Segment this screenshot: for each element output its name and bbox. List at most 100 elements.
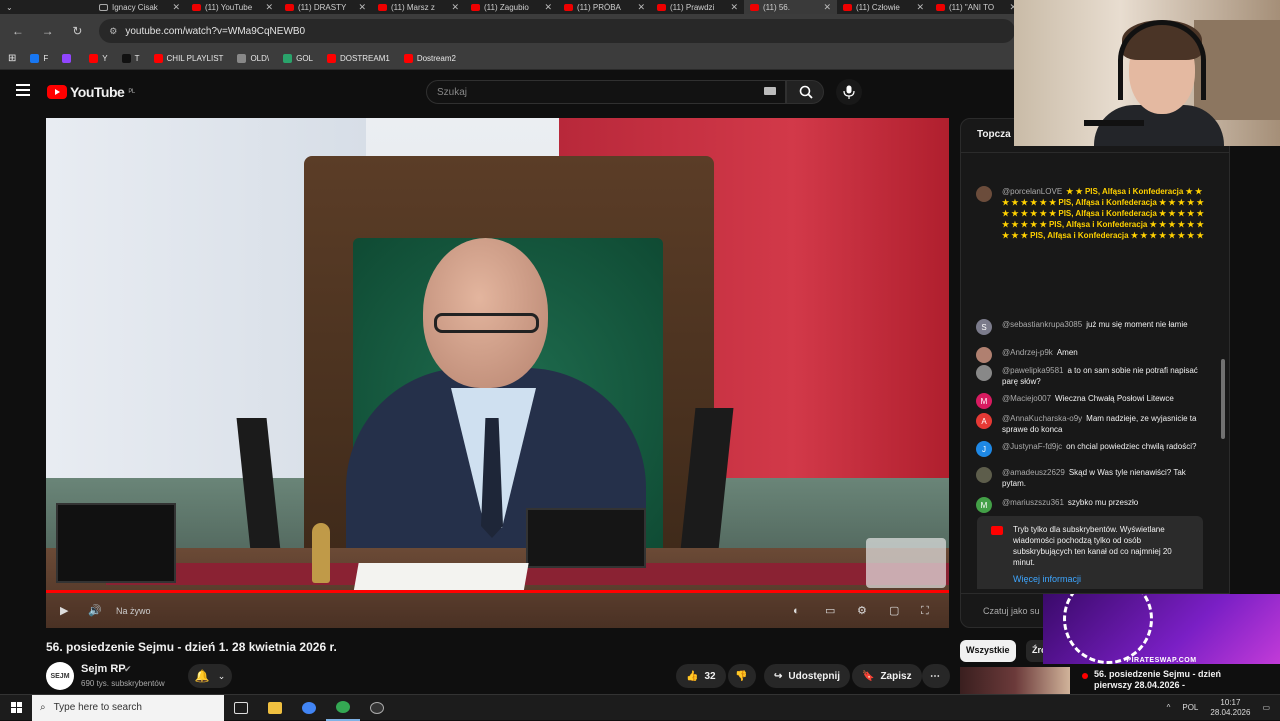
live-label[interactable]: Na żywo [116,606,151,616]
dislike-button[interactable]: 👎 [728,664,756,688]
chat-message-list[interactable]: P@pdk-i2yszybko pr... do porządku dzienn… [961,153,1223,589]
site-info-icon[interactable]: ⚙ [109,26,117,37]
avatar[interactable] [976,347,992,363]
close-icon[interactable]: ✕ [451,2,459,13]
chat-message[interactable]: A @AnnaKucharska-o9y Mam nadzieje, ze wyja… [976,413,1204,435]
url-field[interactable]: ⚙ youtube.com/watch?v=WMa9CqNEWB0 [99,19,1015,43]
bookmark-item[interactable]: T [121,54,140,63]
file-explorer-icon[interactable] [258,695,292,721]
more-actions-button[interactable]: ⋯ [922,664,950,688]
search-button[interactable] [786,80,824,104]
captions-icon[interactable]: ▭ [825,604,839,618]
voice-search-button[interactable] [836,79,862,105]
notifications-icon[interactable]: ▭ [1262,703,1270,712]
chat-message[interactable]: @porcelanLOVE ★ ★ PIS, Alfąsa i Konfedera… [976,186,1204,241]
close-icon[interactable]: ✕ [916,2,924,13]
fullscreen-icon[interactable]: ⛶ [921,604,935,618]
recommended-thumbnail[interactable] [960,667,1070,695]
share-button[interactable]: ↪ Udostępnij [764,664,851,688]
like-button[interactable]: 👍 32 [676,664,726,688]
chat-message[interactable]: S @sebastiankrupa3085 już mu się moment ni… [976,319,1204,335]
chat-message[interactable]: @Andrzej-p9k Amen [976,347,1204,363]
language-indicator[interactable]: POL [1182,703,1198,712]
chat-author[interactable]: @JustynaF-fd9jc [1002,442,1062,451]
close-icon[interactable]: ✕ [730,2,738,13]
obs-icon[interactable] [360,695,394,721]
chat-author[interactable]: @Andrzej-p9k [1002,348,1053,357]
filter-chip-all[interactable]: Wszystkie [960,640,1016,662]
settings-icon[interactable]: ⚙ [857,604,871,618]
start-button[interactable] [0,695,32,721]
chat-author[interactable]: @mariuszszu361 [1002,498,1064,507]
browser-tab[interactable]: (11) YouTube ✕ [186,0,279,14]
browser-tab[interactable]: Ignacy Cisak ✕ [93,0,186,14]
avatar[interactable]: A [976,413,992,429]
chat-message[interactable]: J @JustynaF-fd9jc on chcial powiedziec chw… [976,441,1204,457]
avatar[interactable] [976,467,992,483]
theater-mode-icon[interactable]: ▢ [889,604,903,618]
clock[interactable]: 10:17 28.04.2026 [1210,698,1250,718]
bookmark-item[interactable]: OLD\ [237,54,269,63]
close-icon[interactable]: ✕ [358,2,366,13]
tray-chevron-up-icon[interactable]: ^ [1167,703,1171,712]
menu-icon[interactable] [16,84,30,98]
back-icon[interactable]: ← [10,24,26,38]
chevron-down-icon[interactable]: ⌄ [6,3,13,12]
chat-author[interactable]: @porcelanLOVE [1002,187,1062,196]
chrome-icon[interactable] [292,695,326,721]
chat-author[interactable]: @AnnaKucharska-o9y [1002,414,1082,423]
taskbar-search[interactable]: ⌕ Type here to search [32,694,224,721]
browser-tab[interactable]: (11) Zagubio ✕ [465,0,558,14]
bookmark-item[interactable]: GOL [283,54,313,63]
avatar[interactable]: M [976,393,992,409]
chat-message[interactable]: M @Maciejo007 Wieczna Chwałą Posłowi Litew… [976,393,1204,409]
chat-author[interactable]: @amadeusz2629 [1002,468,1065,477]
apps-grid-icon[interactable]: ⊞ [8,53,16,64]
browser-tab[interactable]: (11) 56. ✕ [744,0,837,14]
more-info-link[interactable]: Więcej informacji [1013,574,1193,585]
tab-menu[interactable]: ⌄ [0,0,93,14]
volume-icon[interactable]: 🔊 [88,604,102,618]
search-input[interactable]: Szukaj [426,80,786,104]
autoplay-toggle-icon[interactable]: ◐ [793,604,807,618]
save-button[interactable]: 🔖 Zapisz [852,664,922,688]
close-icon[interactable]: ✕ [544,2,552,13]
avatar[interactable]: J [976,441,992,457]
chat-message[interactable]: @amadeusz2629 Skąd w Was tyle nienawiści?… [976,467,1204,489]
chat-author[interactable]: @sebastiankrupa3085 [1002,320,1082,329]
keyboard-icon[interactable] [764,87,776,95]
bookmark-item[interactable]: DOSTREAM1 [327,54,390,63]
chat-message[interactable]: M @mariuszszu361 szybko mu przeszło [976,497,1204,513]
bookmark-item[interactable]: F [30,54,48,63]
notifications-button[interactable]: 🔔 ⌄ [188,664,232,688]
close-icon[interactable]: ✕ [637,2,645,13]
browser-tab[interactable]: (11) DRASTY ✕ [279,0,372,14]
chrome-active-icon[interactable] [326,695,360,721]
bookmark-item[interactable]: Dostream2 [403,54,456,63]
chat-scrollbar[interactable] [1221,359,1225,439]
recommended-title[interactable]: 56. posiedzenie Sejmu - dzień pierwszy 2… [1094,669,1224,691]
browser-tab[interactable]: (11) Człowie ✕ [837,0,930,14]
bookmark-item[interactable]: CHIL PLAYLIST [153,54,223,63]
avatar[interactable]: M [976,497,992,513]
browser-tab[interactable]: (11) PRÓBA ✕ [558,0,651,14]
video-player[interactable]: ▶ 🔊 Na żywo ◐ ▭ ⚙ ▢ ⛶ [46,118,949,628]
close-icon[interactable]: ✕ [172,2,180,13]
close-icon[interactable]: ✕ [823,2,831,13]
reload-icon[interactable]: ↻ [70,24,86,38]
youtube-logo[interactable]: YouTube PL [47,84,135,100]
avatar[interactable] [976,186,992,202]
avatar[interactable]: S [976,319,992,335]
progress-bar[interactable] [46,590,949,593]
recommended-video[interactable]: 56. posiedzenie Sejmu - dzień pierwszy 2… [960,667,1230,695]
channel-avatar[interactable]: SEJM [46,662,74,690]
chat-author[interactable]: @Maciejo007 [1002,394,1051,403]
chat-author[interactable]: @pawelipka9581 [1002,366,1064,375]
avatar[interactable] [976,365,992,381]
browser-tab[interactable]: (11) "ANI TO✕ [930,0,1023,14]
forward-icon[interactable]: → [40,24,56,38]
browser-tab[interactable]: (11) Marsz z ✕ [372,0,465,14]
close-icon[interactable]: ✕ [265,2,273,13]
bookmark-item[interactable] [62,54,75,63]
play-icon[interactable]: ▶ [60,604,74,618]
